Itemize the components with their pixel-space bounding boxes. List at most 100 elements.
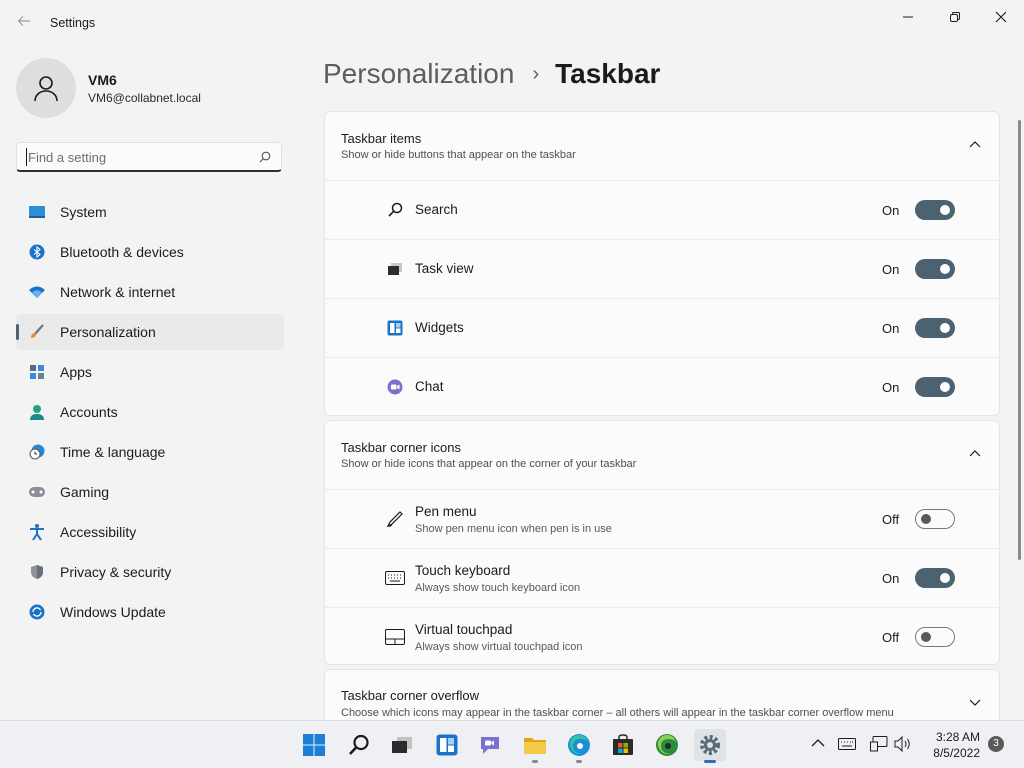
- search-icon: [259, 150, 271, 168]
- clock-date[interactable]: 8/5/2022: [918, 746, 980, 760]
- sidebar-item-bluetooth[interactable]: Bluetooth & devices: [16, 234, 284, 270]
- setting-description: Show pen menu icon when pen is in use: [415, 523, 612, 535]
- user-name: VM6: [88, 72, 117, 88]
- touchpad-icon: [385, 628, 405, 646]
- virtual-touchpad-toggle[interactable]: [915, 627, 955, 647]
- taskbar-settings-button[interactable]: [694, 729, 726, 763]
- breadcrumb-parent[interactable]: Personalization: [323, 58, 514, 90]
- clock-time[interactable]: 3:28 AM: [918, 730, 980, 744]
- volume-icon: [894, 735, 910, 753]
- toggle-state-text: On: [882, 321, 900, 336]
- network-tray-button[interactable]: [870, 736, 888, 757]
- section-subtitle: Show or hide icons that appear on the co…: [341, 458, 637, 470]
- taskbar-store-button[interactable]: [607, 729, 639, 761]
- restore-icon: [950, 12, 960, 22]
- chevron-up-icon[interactable]: [969, 140, 981, 148]
- sidebar-item-accessibility[interactable]: Accessibility: [16, 514, 284, 550]
- sidebar-item-label: Bluetooth & devices: [60, 244, 184, 260]
- setting-label: Search: [415, 202, 458, 217]
- search-input[interactable]: [26, 148, 248, 166]
- pen-icon: [385, 510, 405, 528]
- sidebar-item-label: System: [60, 204, 107, 220]
- pen-menu-toggle[interactable]: [915, 509, 955, 529]
- breadcrumb-separator: ›: [532, 62, 540, 85]
- sidebar-item-label: Network & internet: [60, 284, 176, 300]
- sidebar-item-time-language[interactable]: Time & language: [16, 434, 284, 470]
- close-icon: [995, 11, 1007, 23]
- chevron-up-icon[interactable]: [969, 449, 981, 457]
- taskbar-corner-icons-header[interactable]: Taskbar corner icons Show or hide icons …: [325, 421, 999, 490]
- gamepad-icon: [28, 483, 46, 501]
- setting-row-pen-menu: Pen menu Show pen menu icon when pen is …: [325, 490, 999, 549]
- sidebar-item-network[interactable]: Network & internet: [16, 274, 284, 310]
- sidebar-item-label: Accounts: [60, 404, 118, 420]
- volume-tray-button[interactable]: [894, 735, 912, 757]
- sidebar-item-accounts[interactable]: Accounts: [16, 394, 284, 430]
- search-toggle[interactable]: [915, 200, 955, 220]
- sidebar-item-label: Personalization: [60, 324, 156, 340]
- toggle-state-text: On: [882, 571, 900, 586]
- sidebar-item-gaming[interactable]: Gaming: [16, 474, 284, 510]
- restore-button[interactable]: [940, 6, 970, 28]
- touch-keyboard-toggle[interactable]: [915, 568, 955, 588]
- sidebar-item-label: Windows Update: [60, 604, 166, 620]
- taskbar-file-explorer-button[interactable]: [519, 729, 551, 763]
- taskbar: 3:28 AM 8/5/2022 3: [0, 720, 1024, 768]
- sidebar-item-personalization[interactable]: Personalization: [16, 314, 284, 350]
- scrollbar[interactable]: [1018, 120, 1021, 560]
- taskbar-edge-dev-button[interactable]: [651, 729, 683, 761]
- touch-keyboard-tray-button[interactable]: [838, 737, 856, 755]
- close-button[interactable]: [986, 6, 1016, 28]
- edge-icon: [568, 734, 590, 756]
- sidebar-item-apps[interactable]: Apps: [16, 354, 284, 390]
- minimize-button[interactable]: [893, 6, 923, 28]
- taskbar-corner-icons-section: Taskbar corner icons Show or hide icons …: [324, 420, 1000, 665]
- show-hidden-icons-button[interactable]: [811, 735, 825, 753]
- section-title: Taskbar corner overflow: [341, 688, 479, 703]
- sidebar-item-label: Gaming: [60, 484, 110, 500]
- section-title: Taskbar corner icons: [341, 440, 461, 455]
- notification-badge[interactable]: 3: [988, 736, 1004, 752]
- setting-label: Task view: [415, 261, 474, 276]
- task-view-toggle[interactable]: [915, 259, 955, 279]
- brush-icon: [28, 323, 46, 341]
- sidebar-item-system[interactable]: System: [16, 194, 284, 230]
- settings-icon: [700, 735, 720, 755]
- update-icon: [28, 603, 46, 621]
- taskbar-widgets-button[interactable]: [431, 729, 463, 761]
- clock-globe-icon: [28, 443, 46, 461]
- chevron-up-icon: [811, 739, 825, 747]
- taskbar-search-button[interactable]: [343, 729, 375, 761]
- search-box[interactable]: [16, 142, 282, 172]
- wifi-icon: [28, 283, 46, 301]
- running-indicator: [532, 760, 538, 763]
- sidebar-item-windows-update[interactable]: Windows Update: [16, 594, 284, 630]
- task-view-icon: [385, 260, 405, 278]
- widgets-toggle[interactable]: [915, 318, 955, 338]
- section-title: Taskbar items: [341, 131, 422, 146]
- sidebar-nav: System Bluetooth & devices Network & int…: [16, 194, 284, 634]
- taskbar-edge-button[interactable]: [563, 729, 595, 763]
- title-bar: Settings: [0, 0, 1024, 48]
- user-email: VM6@collabnet.local: [88, 91, 201, 105]
- back-button[interactable]: [14, 13, 34, 35]
- taskbar-chat-button[interactable]: [474, 729, 506, 761]
- start-icon: [303, 734, 325, 756]
- setting-label: Chat: [415, 379, 444, 394]
- start-button[interactable]: [298, 729, 330, 761]
- taskbar-items-header[interactable]: Taskbar items Show or hide buttons that …: [325, 112, 999, 181]
- sidebar-item-label: Privacy & security: [60, 564, 172, 580]
- setting-label: Touch keyboard: [415, 563, 511, 578]
- chat-toggle[interactable]: [915, 377, 955, 397]
- toggle-state-text: Off: [882, 630, 900, 645]
- avatar[interactable]: [16, 58, 76, 118]
- chat-icon: [385, 378, 405, 396]
- chevron-down-icon[interactable]: [969, 699, 981, 707]
- bluetooth-icon: [28, 243, 46, 261]
- running-indicator: [576, 760, 582, 763]
- widgets-icon: [385, 319, 405, 337]
- sidebar-item-privacy[interactable]: Privacy & security: [16, 554, 284, 590]
- store-icon: [613, 734, 633, 755]
- setting-description: Always show virtual touchpad icon: [415, 641, 583, 653]
- taskbar-task-view-button[interactable]: [386, 729, 418, 761]
